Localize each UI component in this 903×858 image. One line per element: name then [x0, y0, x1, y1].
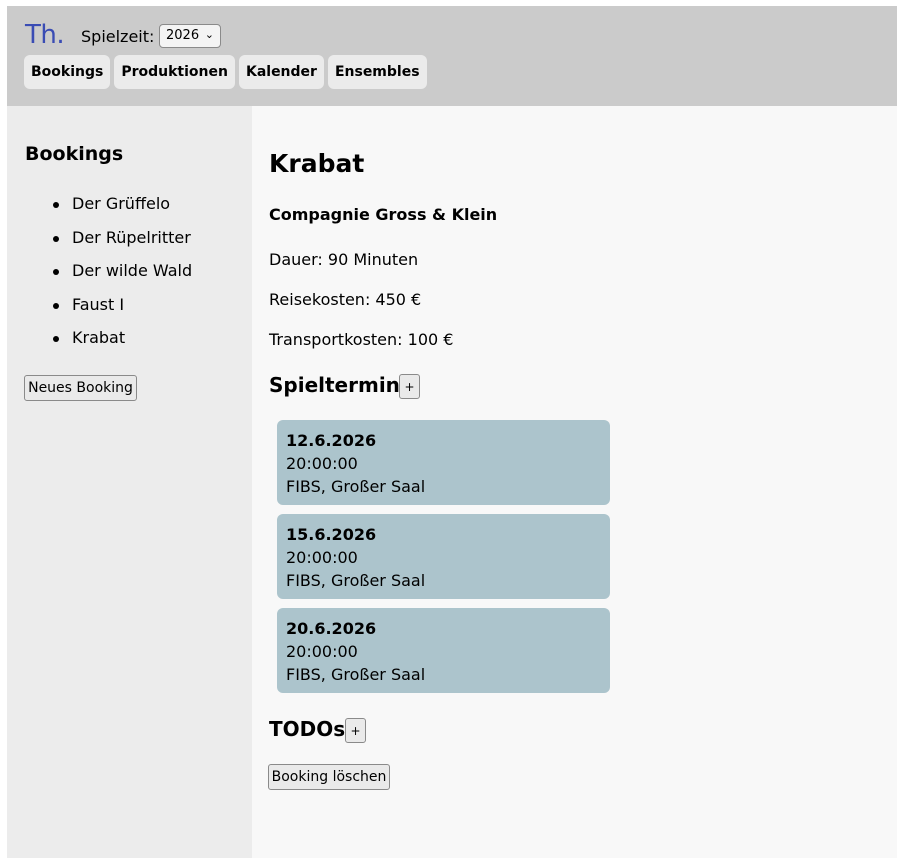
season-select-value: 2026 [166, 28, 200, 43]
sidebar-title: Bookings [25, 143, 124, 165]
travel-costs-text: Reisekosten: 450 € [269, 290, 422, 309]
chevron-down-icon: ⌄ [204, 28, 214, 41]
add-date-button[interactable]: + [399, 374, 420, 399]
nav-bookings-button[interactable]: Bookings [24, 55, 111, 89]
date-card[interactable]: 15.6.2026 20:00:00 FIBS, Großer Saal [277, 514, 610, 599]
date-card-venue: FIBS, Großer Saal [286, 571, 426, 590]
sidebar: Bookings Der Grüffelo Der Rüpelritter De… [7, 106, 252, 858]
transport-costs-text: Transportkosten: 100 € [269, 330, 454, 349]
booking-list-item[interactable]: Der Grüffelo [7, 194, 192, 228]
top-header: Th. Spielzeit: 2026 ⌄ Bookings Produktio… [7, 6, 897, 106]
booking-list-item[interactable]: Krabat [7, 328, 192, 362]
company-name: Compagnie Gross & Klein [269, 205, 498, 224]
bookings-list: Der Grüffelo Der Rüpelritter Der wilde W… [7, 194, 192, 362]
date-card-time: 20:00:00 [286, 454, 358, 473]
date-card-time: 20:00:00 [286, 548, 358, 567]
app-frame: Th. Spielzeit: 2026 ⌄ Bookings Produktio… [7, 6, 897, 858]
main-nav: Bookings Produktionen Kalender Ensembles [24, 55, 427, 89]
booking-list-item[interactable]: Der wilde Wald [7, 261, 192, 295]
new-booking-button[interactable]: Neues Booking [24, 375, 137, 401]
date-card-venue: FIBS, Großer Saal [286, 477, 426, 496]
page-title: Krabat [269, 149, 365, 178]
date-card-date: 20.6.2026 [286, 619, 377, 638]
duration-text: Dauer: 90 Minuten [269, 250, 419, 269]
add-todo-button[interactable]: + [345, 718, 366, 743]
nav-produktionen-button[interactable]: Produktionen [114, 55, 235, 89]
nav-ensembles-button[interactable]: Ensembles [327, 55, 427, 89]
date-card-date: 15.6.2026 [286, 525, 377, 544]
todos-section-title: TODOs [269, 717, 346, 741]
date-card-venue: FIBS, Großer Saal [286, 665, 426, 684]
date-card[interactable]: 20.6.2026 20:00:00 FIBS, Großer Saal [277, 608, 610, 693]
season-label: Spielzeit: [81, 27, 155, 46]
app-logo[interactable]: Th. [25, 20, 65, 50]
nav-kalender-button[interactable]: Kalender [238, 55, 324, 89]
season-select[interactable]: 2026 ⌄ [159, 24, 221, 48]
booking-list-item[interactable]: Der Rüpelritter [7, 228, 192, 262]
delete-booking-button[interactable]: Booking löschen [268, 764, 390, 790]
date-card-time: 20:00:00 [286, 642, 358, 661]
date-card-date: 12.6.2026 [286, 431, 377, 450]
booking-list-item[interactable]: Faust I [7, 295, 192, 329]
date-card[interactable]: 12.6.2026 20:00:00 FIBS, Großer Saal [277, 420, 610, 505]
dates-section-title: Spieltermine [269, 373, 414, 397]
dates-list: 12.6.2026 20:00:00 FIBS, Großer Saal 15.… [277, 420, 610, 702]
booking-detail: Krabat Compagnie Gross & Klein Dauer: 90… [252, 106, 897, 858]
